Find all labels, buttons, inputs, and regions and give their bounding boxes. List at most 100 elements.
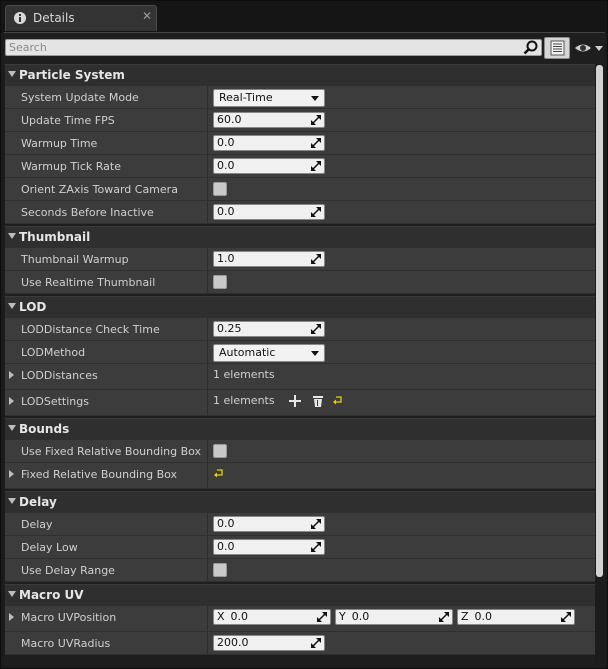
column-splitter[interactable] xyxy=(207,606,208,631)
column-splitter[interactable] xyxy=(207,109,208,131)
number-field[interactable]: 0.0 xyxy=(213,204,325,220)
number-field[interactable]: 1.0 xyxy=(213,251,325,267)
number-value: 0.0 xyxy=(217,540,235,553)
checkbox[interactable] xyxy=(213,182,227,196)
collapse-arrow-icon[interactable] xyxy=(8,591,16,597)
column-splitter[interactable] xyxy=(207,632,208,654)
trash-icon[interactable] xyxy=(312,395,324,407)
vector-y-field[interactable]: Y 0.0 xyxy=(335,609,453,625)
reset-arrow-icon[interactable] xyxy=(333,395,343,405)
drag-spin-icon[interactable] xyxy=(311,138,321,148)
vector-z-field[interactable]: Z 0.0 xyxy=(457,609,575,625)
close-icon[interactable]: ✕ xyxy=(142,9,152,23)
column-splitter[interactable] xyxy=(207,364,208,389)
property-row: Macro UVRadius 200.0 xyxy=(5,632,595,655)
property-name: System Update Mode xyxy=(21,91,139,104)
number-field[interactable]: 0.0 xyxy=(213,516,325,532)
drag-spin-icon[interactable] xyxy=(311,519,321,529)
category-header[interactable]: Particle System xyxy=(5,64,595,86)
drag-spin-icon[interactable] xyxy=(311,115,321,125)
number-field[interactable]: 0.0 xyxy=(213,158,325,174)
category-header[interactable]: Bounds xyxy=(5,418,595,440)
dropdown-value: Automatic xyxy=(219,346,276,359)
column-splitter[interactable] xyxy=(207,271,208,293)
property-row: Use Realtime Thumbnail xyxy=(5,271,595,294)
add-icon[interactable] xyxy=(289,395,301,407)
scrollbar[interactable] xyxy=(595,64,604,668)
drag-spin-icon[interactable] xyxy=(311,542,321,552)
reset-arrow-icon[interactable] xyxy=(214,468,224,478)
column-splitter[interactable] xyxy=(207,86,208,108)
checkbox[interactable] xyxy=(213,275,227,289)
dropdown[interactable]: Automatic xyxy=(213,344,325,362)
search-box xyxy=(5,39,542,56)
column-splitter[interactable] xyxy=(207,536,208,558)
number-field[interactable]: 0.0 xyxy=(213,539,325,555)
axis-label: X xyxy=(217,610,225,623)
column-splitter[interactable] xyxy=(207,513,208,535)
column-splitter[interactable] xyxy=(207,390,208,415)
search-input[interactable] xyxy=(6,40,516,55)
property-value: 0.0 xyxy=(213,204,325,220)
drag-spin-icon[interactable] xyxy=(561,612,571,622)
number-field[interactable]: 200.0 xyxy=(213,635,325,651)
property-value: 0.0 xyxy=(213,516,325,532)
category-header[interactable]: Thumbnail xyxy=(5,226,595,248)
expand-arrow-icon[interactable] xyxy=(9,470,14,478)
column-splitter[interactable] xyxy=(207,201,208,223)
drag-spin-icon[interactable] xyxy=(439,612,449,622)
property-value: 1 elements xyxy=(213,393,342,409)
collapse-arrow-icon[interactable] xyxy=(8,71,16,77)
number-field[interactable]: 0.0 xyxy=(213,135,325,151)
drag-spin-icon[interactable] xyxy=(317,612,327,622)
property-row: Macro UVPosition X 0.0 Y 0.0 Z 0.0 xyxy=(5,606,595,632)
column-splitter[interactable] xyxy=(207,440,208,462)
dropdown[interactable]: Real-Time xyxy=(213,89,325,107)
properties-list[interactable]: Particle System System Update Mode Real-Ti… xyxy=(5,64,595,668)
expand-arrow-icon[interactable] xyxy=(9,371,14,379)
drag-spin-icon[interactable] xyxy=(311,207,321,217)
column-splitter[interactable] xyxy=(207,248,208,270)
column-splitter[interactable] xyxy=(207,463,208,488)
category-1: Thumbnail Thumbnail Warmup 1.0 Use Realtime… xyxy=(5,226,595,294)
number-value: 60.0 xyxy=(217,113,242,126)
category-header[interactable]: LOD xyxy=(5,296,595,318)
property-value: Real-Time xyxy=(213,89,325,107)
vector-x-field[interactable]: X 0.0 xyxy=(213,609,331,625)
column-splitter[interactable] xyxy=(207,559,208,581)
search-icon[interactable] xyxy=(523,40,538,55)
property-value xyxy=(213,443,227,458)
drag-spin-icon[interactable] xyxy=(311,161,321,171)
number-field[interactable]: 0.25 xyxy=(213,321,325,337)
chevron-down-icon xyxy=(311,96,319,101)
tab-details[interactable]: Details ✕ xyxy=(5,5,157,31)
column-splitter[interactable] xyxy=(207,155,208,177)
eye-visibility-icon[interactable] xyxy=(574,40,604,56)
property-name: LODSettings xyxy=(21,395,89,408)
collapse-arrow-icon[interactable] xyxy=(8,303,16,309)
checkbox[interactable] xyxy=(213,563,227,577)
details-panel: Particle System System Update Mode Real-Ti… xyxy=(4,32,605,668)
property-row: System Update Mode Real-Time xyxy=(5,86,595,109)
column-splitter[interactable] xyxy=(207,132,208,154)
scrollbar-thumb[interactable] xyxy=(596,65,603,577)
category-header[interactable]: Macro UV xyxy=(5,584,595,606)
checkbox[interactable] xyxy=(213,444,227,458)
property-name: Delay xyxy=(21,518,53,531)
column-splitter[interactable] xyxy=(207,318,208,340)
column-splitter[interactable] xyxy=(207,178,208,200)
expand-arrow-icon[interactable] xyxy=(9,397,14,405)
axis-value: 0.0 xyxy=(230,610,249,623)
collapse-arrow-icon[interactable] xyxy=(8,425,16,431)
drag-spin-icon[interactable] xyxy=(311,254,321,264)
drag-spin-icon[interactable] xyxy=(311,324,321,334)
expand-arrow-icon[interactable] xyxy=(9,613,14,621)
column-splitter[interactable] xyxy=(207,341,208,363)
number-field[interactable]: 60.0 xyxy=(213,112,325,128)
collapse-arrow-icon[interactable] xyxy=(8,498,16,504)
view-options-button[interactable] xyxy=(544,37,570,59)
category-3: Bounds Use Fixed Relative Bounding Box Fix… xyxy=(5,418,595,489)
category-header[interactable]: Delay xyxy=(5,491,595,513)
drag-spin-icon[interactable] xyxy=(311,638,321,648)
collapse-arrow-icon[interactable] xyxy=(8,233,16,239)
